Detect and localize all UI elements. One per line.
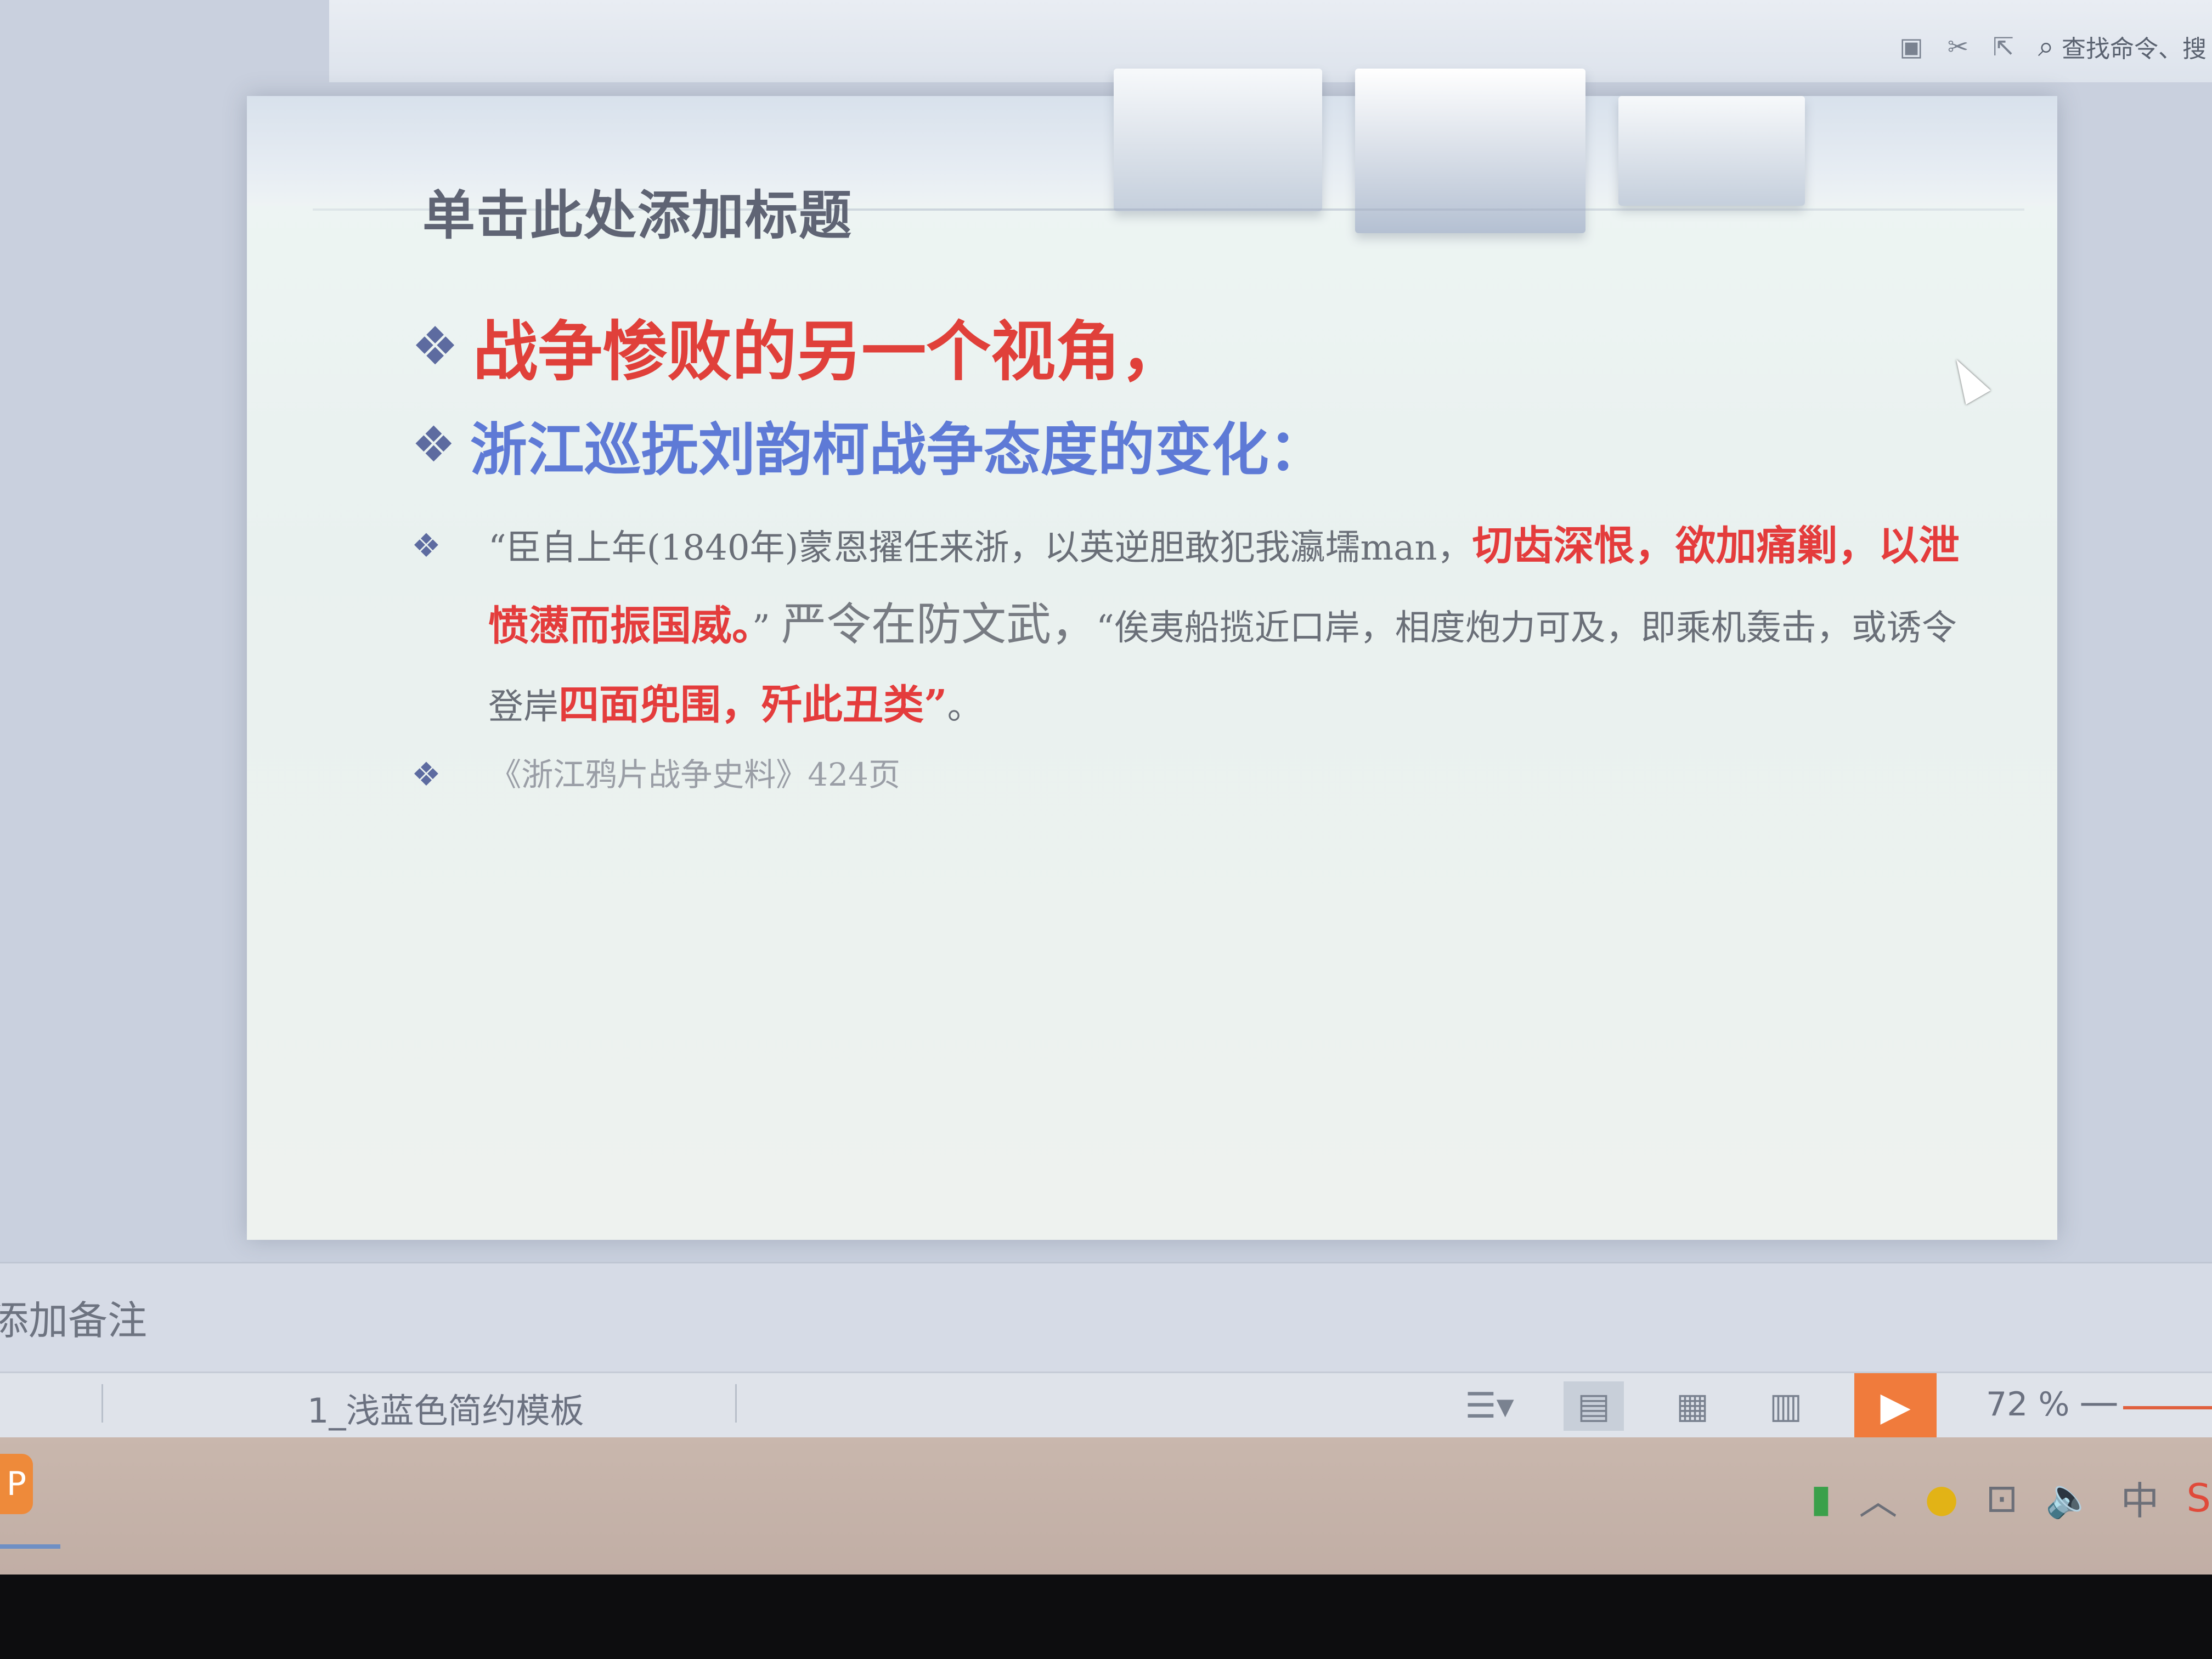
- volume-icon[interactable]: 🔈: [2045, 1475, 2093, 1521]
- reading-view-icon[interactable]: ▥: [1756, 1381, 1816, 1431]
- status-separator: [101, 1384, 103, 1423]
- scissors-icon[interactable]: ✂: [1948, 32, 1969, 61]
- share-icon[interactable]: ⇱: [1993, 32, 2014, 61]
- security-icon[interactable]: ●: [1925, 1476, 1959, 1521]
- slide-title-placeholder[interactable]: 单击此处添加标题: [422, 173, 853, 249]
- status-separator: [735, 1384, 737, 1423]
- wps-app-icon[interactable]: P: [0, 1454, 33, 1514]
- bullet-text: 战争惨败的另一个视角，: [473, 314, 1186, 390]
- quote-highlight: 四面兜围，歼此丑类”: [558, 681, 947, 729]
- source-citation[interactable]: ❖ 《浙江鸦片战争史料》424页: [411, 749, 900, 795]
- decorative-cube: [1114, 69, 1322, 211]
- slide-canvas[interactable]: 单击此处添加标题 ❖ 战争惨败的另一个视角， ❖ 浙江巡抚刘韵柯战争态度的变化：…: [247, 69, 2057, 1240]
- bullet-diamond-icon: ❖: [411, 755, 441, 794]
- find-command-label: 查找命令、搜: [2062, 35, 2207, 63]
- source-text: 《浙江鸦片战争史料》424页: [489, 756, 900, 793]
- bullet-diamond-icon: ❖: [411, 416, 456, 473]
- mouse-pointer-icon: [1944, 352, 1991, 405]
- zoom-slider[interactable]: [2123, 1406, 2212, 1409]
- zoom-level[interactable]: 72 %: [1986, 1385, 2069, 1424]
- active-app-indicator: [0, 1544, 60, 1549]
- network-icon[interactable]: ⊡: [1986, 1476, 2018, 1521]
- bullet-diamond-icon: ❖: [411, 315, 459, 377]
- play-slideshow-button[interactable]: ▶: [1854, 1373, 1937, 1439]
- decorative-cube: [1618, 96, 1805, 206]
- bullet-diamond-icon: ❖: [411, 527, 441, 565]
- notes-placeholder[interactable]: 添加备注: [0, 1288, 147, 1346]
- app-tray-icon[interactable]: S: [2186, 1476, 2210, 1521]
- normal-view-icon[interactable]: ▤: [1564, 1381, 1624, 1431]
- slides-icon[interactable]: ▣: [1899, 32, 1923, 61]
- slide-sorter-icon[interactable]: ▦: [1662, 1381, 1723, 1431]
- toolbar-right: ▣ ✂ ⇱ ⌕ 查找命令、搜: [1899, 22, 2212, 71]
- ime-indicator[interactable]: 中: [2120, 1470, 2159, 1526]
- status-bar: 1_浅蓝色简约模板 ☰▾ ▤ ▦ ▥ ▶ 72 % —: [0, 1372, 2212, 1439]
- quote-text: ”: [752, 608, 770, 648]
- find-command-box[interactable]: ⌕ 查找命令、搜: [2038, 29, 2207, 64]
- chevron-up-icon[interactable]: ︿: [1859, 1470, 1898, 1526]
- notes-pane[interactable]: 添加备注: [0, 1262, 2212, 1373]
- taskbar: P ▮ ︿ ● ⊡ 🔈 中 S: [0, 1437, 2212, 1575]
- zoom-out-button[interactable]: —: [2079, 1379, 2119, 1425]
- usb-device-icon[interactable]: ▮: [1810, 1476, 1832, 1521]
- search-icon: ⌕: [2038, 30, 2054, 63]
- quote-text: 。: [947, 687, 983, 727]
- bullet-text: 浙江巡抚刘韵柯战争态度的变化：: [470, 416, 1326, 483]
- quote-plain-text: 严令在防文武，: [781, 599, 1097, 651]
- system-tray: ▮ ︿ ● ⊡ 🔈 中 S: [1810, 1470, 2211, 1526]
- template-name[interactable]: 1_浅蓝色简约模板: [307, 1383, 584, 1432]
- notes-toggle-icon[interactable]: ☰▾: [1459, 1381, 1520, 1431]
- quote-paragraph[interactable]: ❖ “臣自上年(1840年)蒙恩擢任来浙，以英逆胆敢犯我瀛壖man，切齿深恨，欲…: [411, 507, 1975, 746]
- bullet-item-2[interactable]: ❖ 浙江巡抚刘韵柯战争态度的变化：: [411, 403, 1326, 486]
- screen-bezel: [0, 1575, 2212, 1659]
- bullet-item-1[interactable]: ❖ 战争惨败的另一个视角，: [411, 299, 1185, 393]
- quote-text: “臣自上年(1840年)蒙恩擢任来浙，以英逆胆敢犯我瀛壖man，: [488, 528, 1472, 568]
